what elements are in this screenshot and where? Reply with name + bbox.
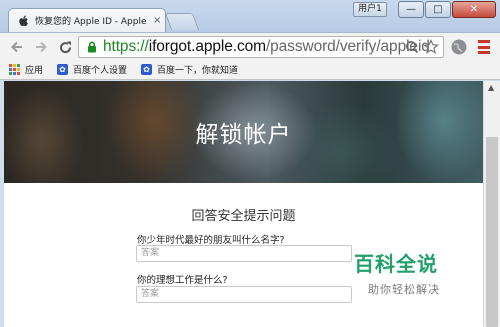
tab-close-icon[interactable]: × bbox=[153, 15, 161, 26]
lock-icon[interactable] bbox=[85, 41, 99, 53]
menu-icon[interactable] bbox=[478, 40, 490, 54]
reload-icon[interactable] bbox=[56, 38, 74, 56]
search-icon[interactable] bbox=[405, 39, 419, 59]
bookmark-label: 百度个人设置 bbox=[73, 66, 128, 76]
bookmark-apps[interactable]: 应用 bbox=[9, 63, 43, 76]
close-window-button[interactable]: ✕ bbox=[452, 1, 496, 18]
forward-icon[interactable] bbox=[32, 38, 50, 56]
address-bar[interactable]: https://iforgot.apple.com/password/verif… bbox=[78, 36, 444, 58]
extension-globe-icon[interactable] bbox=[450, 38, 468, 56]
bookmark-star-icon[interactable] bbox=[423, 39, 439, 59]
browser-tab[interactable]: 恢复您的 Apple ID - Apple ( × bbox=[8, 8, 166, 32]
window-titlebar: 恢复您的 Apple ID - Apple ( × 用户1 — □ ✕ bbox=[0, 0, 500, 32]
profile-button[interactable]: 用户1 bbox=[353, 2, 387, 17]
watermark-subtitle: 助你轻松解决 bbox=[368, 283, 440, 296]
form-heading: 回答安全提示问题 bbox=[191, 209, 296, 224]
bookmark-baidu-settings[interactable]: ✿ 百度个人设置 bbox=[57, 63, 127, 76]
baidu-paw-icon: ✿ bbox=[57, 64, 69, 75]
back-icon[interactable] bbox=[8, 38, 26, 56]
scroll-up-icon[interactable]: ▲ bbox=[488, 83, 494, 92]
answer-field[interactable]: 答案 bbox=[136, 286, 352, 303]
tab-title: 恢复您的 Apple ID - Apple ( bbox=[35, 17, 147, 27]
hero-banner: 解锁帐户 bbox=[4, 81, 483, 183]
url-scheme: https:// bbox=[103, 38, 149, 55]
vertical-scrollbar[interactable]: ▲ bbox=[483, 81, 500, 327]
watermark: 百科全说 助你轻松解决 bbox=[354, 248, 474, 308]
apple-icon bbox=[17, 15, 29, 27]
watermark-title: 百科全说 bbox=[354, 252, 438, 276]
bookmark-label: 应用 bbox=[25, 66, 44, 76]
minimize-button[interactable]: — bbox=[398, 1, 424, 18]
baidu-paw-icon: ✿ bbox=[141, 64, 153, 75]
question-label: 你的理想工作是什么? bbox=[137, 275, 228, 286]
new-tab-button[interactable] bbox=[164, 13, 200, 30]
answer-field[interactable]: 答案 bbox=[136, 245, 352, 262]
question-label: 你少年时代最好的朋友叫什么名字? bbox=[137, 235, 285, 246]
url-text: https://iforgot.apple.com/password/verif… bbox=[103, 38, 430, 56]
bookmark-baidu-home[interactable]: ✿ 百度一下，你就知道 bbox=[141, 63, 238, 76]
apps-grid-icon bbox=[9, 64, 20, 75]
scroll-thumb[interactable] bbox=[486, 137, 498, 327]
browser-toolbar: https://iforgot.apple.com/password/verif… bbox=[0, 32, 500, 60]
maximize-button[interactable]: □ bbox=[425, 1, 451, 18]
bookmarks-bar: 应用 ✿ 百度个人设置 ✿ 百度一下，你就知道 bbox=[0, 60, 500, 80]
page-title: 解锁帐户 bbox=[195, 122, 292, 148]
url-host: iforgot.apple.com bbox=[148, 38, 266, 55]
bookmark-label: 百度一下，你就知道 bbox=[157, 66, 239, 76]
